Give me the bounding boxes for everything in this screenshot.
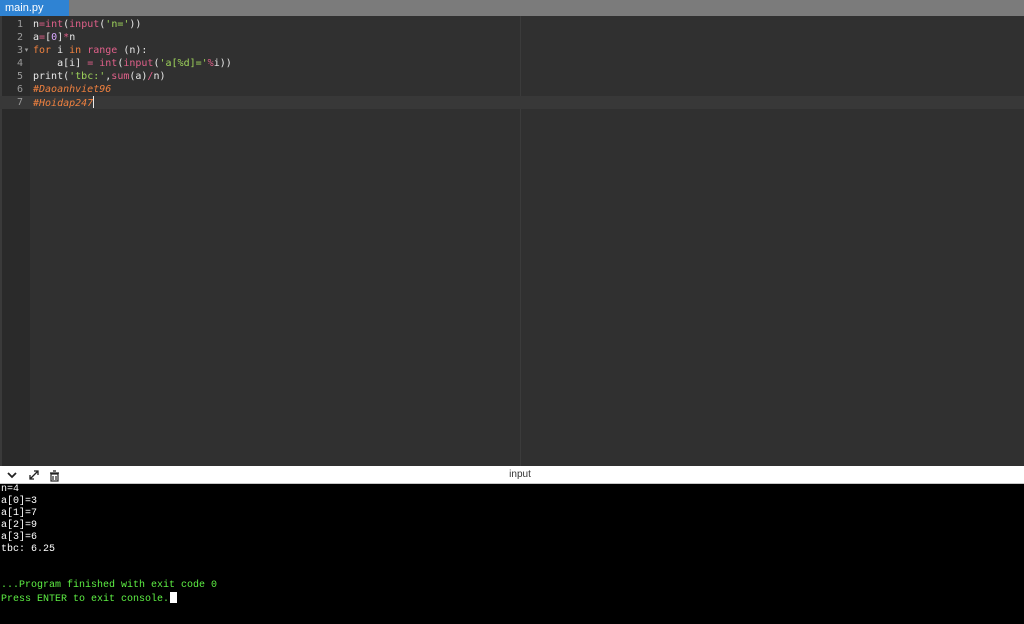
code-token: print bbox=[33, 71, 64, 82]
code-token: 'n=' bbox=[105, 19, 130, 30]
code-token: int bbox=[99, 58, 118, 69]
console-line: a[3]=6 bbox=[1, 532, 38, 543]
code-token: (a) bbox=[129, 71, 148, 82]
terminal-cursor bbox=[170, 592, 178, 603]
code-token: in bbox=[69, 45, 82, 56]
code-token: input bbox=[69, 19, 100, 30]
code-token: sum bbox=[111, 71, 130, 82]
console-header: input bbox=[0, 466, 1024, 484]
code-token: for bbox=[33, 45, 52, 56]
line-number: 7 bbox=[16, 97, 23, 108]
console-line: ...Program finished with exit code 0 bbox=[1, 580, 218, 591]
code-token: input bbox=[123, 58, 154, 69]
code-token: #Daoanhviet96 bbox=[33, 84, 112, 95]
line-number: 4 bbox=[16, 58, 23, 69]
line-number: 1 bbox=[16, 19, 23, 30]
code-token: int bbox=[45, 19, 64, 30]
fold-toggle-icon[interactable]: ▾ bbox=[23, 44, 30, 57]
code-token: )) bbox=[129, 19, 142, 30]
console-output[interactable]: n=4 a[0]=3 a[1]=7 a[2]=9 a[3]=6 tbc: 6.25 ...P… bbox=[0, 484, 1024, 624]
console-line: a[0]=3 bbox=[1, 496, 38, 507]
line-number: 6 bbox=[16, 84, 23, 95]
tab-bar: main.py bbox=[0, 0, 1024, 16]
code-token: n) bbox=[153, 71, 166, 82]
tab-main-py[interactable]: main.py bbox=[0, 0, 69, 16]
console-line: a[2]=9 bbox=[1, 520, 38, 531]
line-number: 3 bbox=[16, 45, 23, 56]
code-line[interactable]: 7 #Hoidap247 bbox=[0, 96, 1024, 109]
code-text: for i in range (n): bbox=[33, 44, 147, 57]
code-line[interactable]: 1 n=int(input('n=')) bbox=[0, 18, 1024, 31]
code-token: 'a[%d]=' bbox=[159, 58, 208, 69]
code-text: print('tbc:',sum(a)/n) bbox=[33, 70, 166, 83]
console-line: tbc: 6.25 bbox=[1, 544, 56, 555]
code-token: range bbox=[87, 45, 118, 56]
code-line[interactable]: 3 ▾ for i in range (n): bbox=[0, 44, 1024, 57]
code-line[interactable]: 4 a[i] = int(input('a[%d]='%i)) bbox=[0, 57, 1024, 70]
code-editor[interactable]: 1 n=int(input('n=')) 2 a=[0]*n 3 ▾ for i in ra… bbox=[0, 16, 1024, 466]
code-line[interactable]: 6 #Daoanhviet96 bbox=[0, 83, 1024, 96]
code-text: n=int(input('n=')) bbox=[33, 18, 141, 31]
code-token: 'tbc:' bbox=[69, 71, 106, 82]
console-line: n=4 bbox=[1, 484, 20, 495]
code-token: #Hoidap247 bbox=[33, 98, 94, 109]
code-token: n bbox=[69, 32, 76, 43]
console-title: input bbox=[509, 469, 531, 480]
line-number: 2 bbox=[16, 32, 23, 43]
code-token: a[i] bbox=[33, 58, 88, 69]
code-text: #Daoanhviet96 bbox=[33, 83, 111, 96]
line-number: 5 bbox=[16, 71, 23, 82]
code-text: a[i] = int(input('a[%d]='%i)) bbox=[33, 57, 232, 70]
console-line: a[1]=7 bbox=[1, 508, 38, 519]
code-token: i bbox=[51, 45, 70, 56]
code-text: #Hoidap247 bbox=[33, 96, 95, 110]
code-line[interactable]: 2 a=[0]*n bbox=[0, 31, 1024, 44]
console-line: Press ENTER to exit console. bbox=[1, 592, 178, 606]
code-text: a=[0]*n bbox=[33, 31, 75, 44]
code-token: (n): bbox=[117, 45, 148, 56]
code-token: i)) bbox=[213, 58, 232, 69]
text-cursor bbox=[93, 96, 95, 108]
code-line[interactable]: 5 print('tbc:',sum(a)/n) bbox=[0, 70, 1024, 83]
